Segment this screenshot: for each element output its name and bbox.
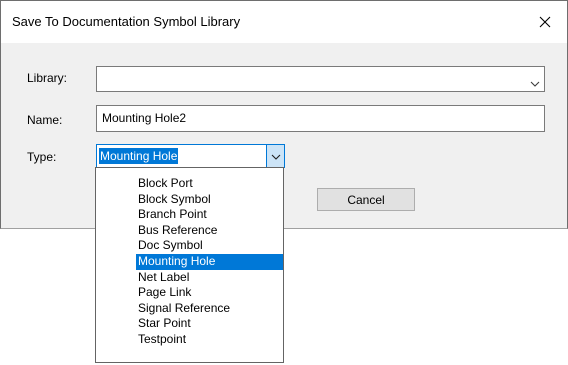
type-option[interactable]: Net Label — [136, 270, 283, 286]
type-option[interactable]: Block Port — [136, 176, 283, 192]
library-combobox[interactable] — [96, 66, 545, 92]
type-options-list: Block Port Block Symbol Branch Point Bus Re… — [95, 167, 284, 363]
type-option[interactable]: Mounting Hole — [136, 253, 283, 270]
library-label: Library: — [27, 71, 68, 85]
type-option[interactable]: Star Point — [136, 316, 283, 332]
type-option[interactable]: Doc Symbol — [136, 238, 283, 254]
type-selected-value: Mounting Hole — [99, 148, 179, 164]
type-option[interactable]: Signal Reference — [136, 301, 283, 317]
type-option[interactable]: Testpoint — [136, 332, 283, 348]
close-button[interactable] — [523, 1, 567, 43]
chevron-down-icon — [271, 149, 281, 163]
type-label: Type: — [27, 150, 57, 164]
title-bar: Save To Documentation Symbol Library — [1, 1, 567, 43]
type-option[interactable]: Block Symbol — [136, 192, 283, 208]
type-dropdown[interactable]: Mounting Hole — [96, 144, 285, 168]
save-to-library-dialog: Save To Documentation Symbol Library Lib… — [0, 0, 568, 229]
close-icon — [539, 16, 551, 28]
type-option[interactable]: Bus Reference — [136, 223, 283, 239]
name-field[interactable]: Mounting Hole2 — [96, 105, 545, 132]
dialog-title: Save To Documentation Symbol Library — [12, 14, 241, 29]
name-input-value: Mounting Hole2 — [102, 111, 187, 125]
type-option[interactable]: Page Link — [136, 285, 283, 301]
cancel-button[interactable]: Cancel — [317, 188, 415, 211]
chevron-down-icon[interactable] — [530, 76, 540, 90]
name-label: Name: — [27, 113, 63, 127]
type-option[interactable]: Branch Point — [136, 207, 283, 223]
type-dropdown-button[interactable] — [266, 145, 284, 167]
